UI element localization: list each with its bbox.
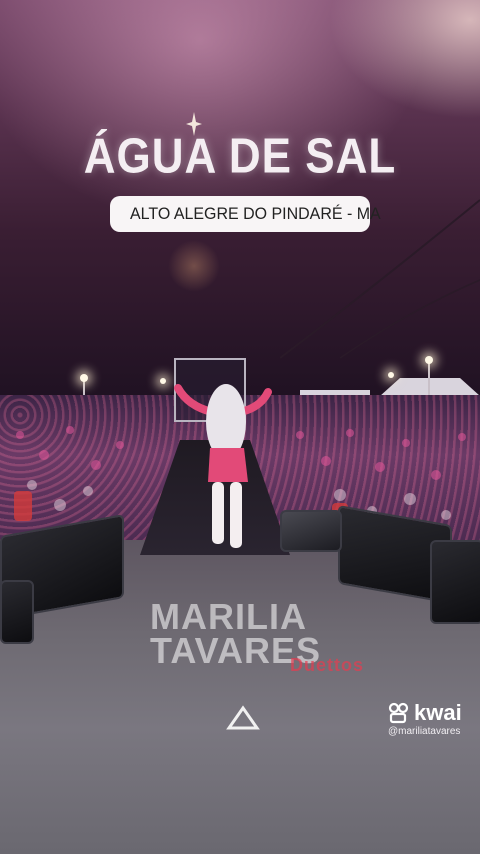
location-sticker: ALTO ALEGRE DO PINDARÉ - MA xyxy=(110,196,381,232)
flood-light xyxy=(160,378,166,384)
light-pole xyxy=(428,362,430,396)
performer xyxy=(174,384,272,548)
kwai-brand: kwai xyxy=(414,700,462,725)
floor-logo-line1: MARILIA xyxy=(150,596,307,637)
stage-light-flare xyxy=(168,240,220,292)
stage-speaker xyxy=(430,540,480,624)
flood-light xyxy=(425,356,433,364)
floor-logo-brand: Duettos xyxy=(290,655,364,675)
stage-floor-logo: MARILIA TAVARES Duettos xyxy=(150,596,410,676)
location-label: ALTO ALEGRE DO PINDARÉ - MA xyxy=(130,204,381,223)
creator-handle: @mariliatavares xyxy=(388,726,461,737)
floor-logo-line2: TAVARES xyxy=(150,630,322,671)
kwai-logo-icon xyxy=(388,702,409,724)
stage-monitor xyxy=(280,510,342,552)
kwai-watermark: kwai xyxy=(388,700,462,726)
flood-light xyxy=(388,372,394,378)
stage-speaker xyxy=(0,580,34,644)
event-title: ÁGUA DE SAL xyxy=(83,129,397,184)
triangle-mark-icon xyxy=(226,705,260,730)
flood-light xyxy=(80,374,88,382)
